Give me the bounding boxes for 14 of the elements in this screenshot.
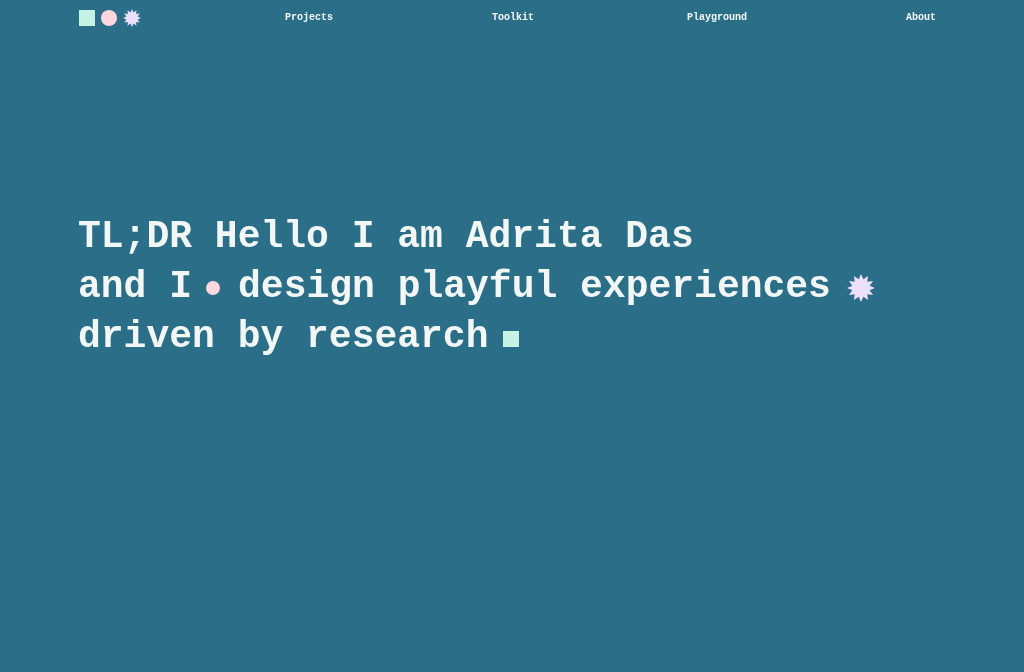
star-icon xyxy=(846,274,875,302)
square-icon xyxy=(503,331,520,347)
nav-link[interactable]: Toolkit xyxy=(492,11,534,25)
circle-icon xyxy=(101,10,117,26)
headline-text: design playful experiences xyxy=(238,264,831,310)
nav-link[interactable]: Playground xyxy=(687,11,747,25)
dot-icon xyxy=(206,281,221,295)
star-icon xyxy=(123,9,141,27)
headline-text: and I xyxy=(78,264,193,310)
nav-link[interactable]: About xyxy=(906,11,936,25)
headline-text: TL;DR Hello I am Adrita Das xyxy=(78,214,694,260)
headline-text: driven by research xyxy=(78,314,489,360)
nav-link[interactable]: Projects xyxy=(285,11,333,25)
square-icon xyxy=(79,10,95,26)
